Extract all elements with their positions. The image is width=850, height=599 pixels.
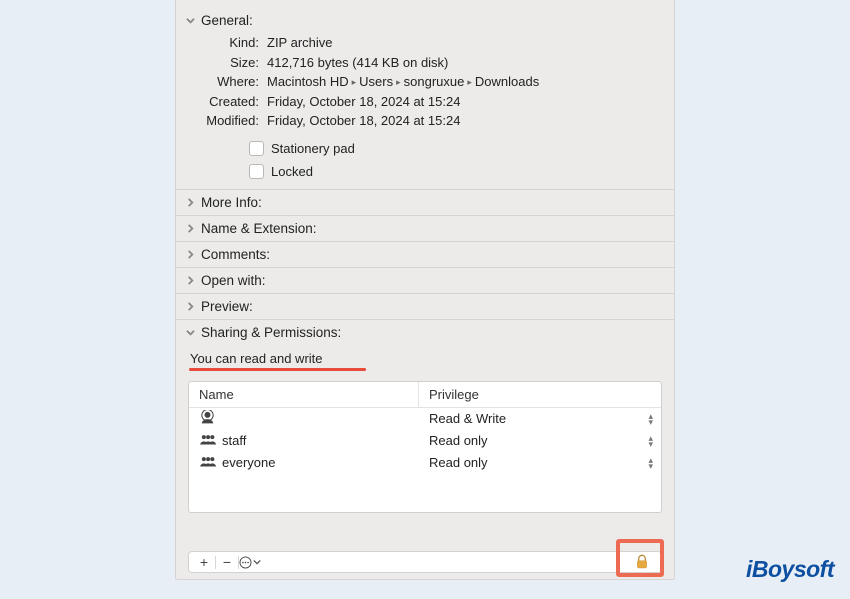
- section-preview-header[interactable]: Preview:: [176, 293, 674, 319]
- section-nameext-header[interactable]: Name & Extension:: [176, 215, 674, 241]
- cell-name: staff: [189, 432, 419, 449]
- updown-icon[interactable]: ▴▾: [648, 413, 655, 425]
- lock-icon: [635, 554, 649, 570]
- locked-row: Locked: [186, 164, 664, 179]
- privilege-value: Read & Write: [429, 411, 506, 426]
- col-privilege[interactable]: Privilege: [419, 382, 661, 407]
- section-openwith-header[interactable]: Open with:: [176, 267, 674, 293]
- brand-logo: iBoysoft: [746, 556, 834, 583]
- privilege-value: Read only: [429, 455, 488, 470]
- updown-icon[interactable]: ▴▾: [648, 435, 655, 447]
- chevron-right-icon: [184, 300, 197, 313]
- action-menu-button[interactable]: [239, 553, 261, 571]
- path-segment: Downloads: [475, 73, 539, 91]
- principal-name: staff: [222, 433, 246, 448]
- lock-button[interactable]: [627, 553, 657, 571]
- add-button[interactable]: +: [193, 553, 215, 571]
- group-icon: [199, 432, 216, 449]
- path-segment: Users: [359, 73, 393, 91]
- chevron-down-icon: [184, 326, 197, 339]
- path-separator-icon: ▸: [352, 76, 357, 88]
- permissions-toolbar: + −: [188, 551, 662, 573]
- value-where: Macintosh HD▸Users▸songruxue▸Downloads: [267, 73, 664, 91]
- value-kind: ZIP archive: [267, 34, 664, 52]
- locked-checkbox[interactable]: [249, 164, 264, 179]
- section-openwith-title: Open with:: [201, 273, 266, 288]
- chevron-right-icon: [184, 196, 197, 209]
- stationery-checkbox[interactable]: [249, 141, 264, 156]
- section-nameext-title: Name & Extension:: [201, 221, 317, 236]
- chevron-right-icon: [184, 248, 197, 261]
- value-modified: Friday, October 18, 2024 at 15:24: [267, 112, 664, 130]
- table-empty-area: [189, 474, 661, 512]
- cell-privilege[interactable]: Read only ▴▾: [419, 433, 661, 448]
- principal-name: everyone: [222, 455, 275, 470]
- chevron-down-icon: [184, 14, 197, 27]
- path-segment: songruxue: [404, 73, 465, 91]
- ellipsis-circle-icon: [239, 556, 252, 569]
- section-general-header[interactable]: General:: [176, 8, 674, 33]
- section-preview-title: Preview:: [201, 299, 253, 314]
- value-size: 412,716 bytes (414 KB on disk): [267, 54, 664, 72]
- permissions-summary: You can read and write: [176, 345, 674, 368]
- cell-privilege[interactable]: Read only ▴▾: [419, 455, 661, 470]
- section-sharing-title: Sharing & Permissions:: [201, 325, 341, 340]
- privilege-value: Read only: [429, 433, 488, 448]
- section-moreinfo-title: More Info:: [201, 195, 262, 210]
- cell-name: everyone: [189, 454, 419, 471]
- col-name[interactable]: Name: [189, 382, 419, 407]
- cell-privilege[interactable]: Read & Write ▴▾: [419, 411, 661, 426]
- section-sharing-header[interactable]: Sharing & Permissions:: [176, 319, 674, 345]
- table-header: Name Privilege: [189, 382, 661, 408]
- stationery-row: Stationery pad: [186, 141, 664, 156]
- info-panel: General: Kind: ZIP archive Size: 412,716…: [175, 0, 675, 580]
- section-general-title: General:: [201, 13, 253, 28]
- section-comments-header[interactable]: Comments:: [176, 241, 674, 267]
- path-separator-icon: ▸: [467, 76, 472, 88]
- permissions-table: Name Privilege Read & Write ▴▾ staff Read o…: [188, 381, 662, 513]
- chevron-right-icon: [184, 274, 197, 287]
- cell-name: [189, 410, 419, 427]
- label-kind: Kind:: [186, 34, 259, 52]
- table-row[interactable]: staff Read only ▴▾: [189, 430, 661, 452]
- general-body: Kind: ZIP archive Size: 412,716 bytes (4…: [176, 33, 674, 189]
- path-segment: Macintosh HD: [267, 73, 349, 91]
- chevron-right-icon: [184, 222, 197, 235]
- label-size: Size:: [186, 54, 259, 72]
- person-icon: [199, 410, 216, 427]
- label-where: Where:: [186, 73, 259, 91]
- section-comments-title: Comments:: [201, 247, 270, 262]
- value-created: Friday, October 18, 2024 at 15:24: [267, 93, 664, 111]
- chevron-down-icon: [253, 558, 261, 566]
- table-row[interactable]: everyone Read only ▴▾: [189, 452, 661, 474]
- stationery-label: Stationery pad: [271, 141, 355, 156]
- updown-icon[interactable]: ▴▾: [648, 457, 655, 469]
- label-modified: Modified:: [186, 112, 259, 130]
- path-separator-icon: ▸: [396, 76, 401, 88]
- locked-label: Locked: [271, 164, 313, 179]
- remove-button[interactable]: −: [216, 553, 238, 571]
- table-row[interactable]: Read & Write ▴▾: [189, 408, 661, 430]
- label-created: Created:: [186, 93, 259, 111]
- section-moreinfo-header[interactable]: More Info:: [176, 189, 674, 215]
- annotation-underline: [189, 368, 366, 371]
- group-icon: [199, 454, 216, 471]
